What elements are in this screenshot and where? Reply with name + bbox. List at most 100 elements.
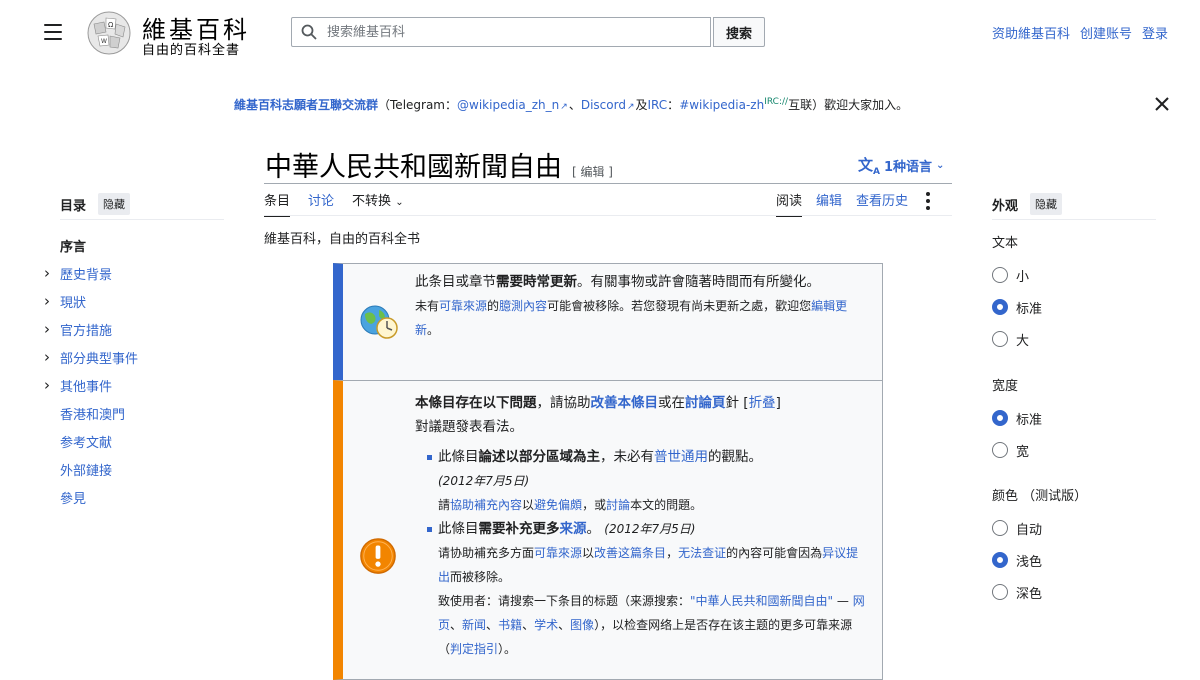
more-options-icon[interactable] [926, 192, 931, 210]
universal-view-link[interactable]: 普世通用 [654, 449, 708, 465]
color-option[interactable]: 浅色 [992, 544, 1087, 576]
text-size-option[interactable]: 小 [992, 259, 1042, 291]
toc-item-label[interactable]: 官方措施 [60, 320, 112, 339]
appearance-header: 外观 隐藏 [992, 193, 1063, 215]
bullet-icon [427, 527, 432, 532]
toc-item-label[interactable]: 香港和澳門 [60, 404, 125, 423]
discuss-link[interactable]: 討論 [606, 498, 630, 512]
speculation-link[interactable]: 臆測內容 [499, 299, 547, 313]
create-account-link[interactable]: 创建账号 [1080, 23, 1132, 42]
toc-item[interactable]: 參見 [44, 483, 224, 511]
toc-item-label[interactable]: 部分典型事件 [60, 348, 138, 367]
hamburger-icon [44, 24, 62, 26]
appearance-hide-button[interactable]: 隐藏 [1030, 193, 1063, 215]
improve-this-article-link[interactable]: 改善这篇条目 [594, 546, 666, 560]
appearance-title: 外观 [992, 198, 1019, 214]
volunteer-group-link[interactable]: 維基百科志願者互聯交流群 [234, 98, 378, 112]
radio-button[interactable] [992, 410, 1008, 426]
search-field[interactable] [291, 17, 711, 47]
reliable-sources-link[interactable]: 可靠來源 [439, 299, 487, 313]
external-link-icon: ↗ [560, 102, 568, 112]
radio-button[interactable] [992, 584, 1008, 600]
wikipedia-globe-logo[interactable]: Ω W [84, 10, 134, 56]
source-search-title-link[interactable]: "中華人民共和國新聞自由" [690, 594, 833, 608]
chevron-right-icon[interactable]: › [44, 320, 60, 338]
color-option[interactable]: 深色 [992, 576, 1087, 608]
search-scholar-link[interactable]: 学术 [534, 618, 558, 632]
irc-link[interactable]: IRC [648, 98, 668, 112]
toc-item[interactable]: 香港和澳門 [44, 399, 224, 427]
svg-text:W: W [101, 38, 107, 45]
toc-item-label[interactable]: 序言 [60, 236, 86, 255]
tab-history[interactable]: 查看历史 [856, 190, 908, 215]
toc-item[interactable]: 参考文献 [44, 427, 224, 455]
donate-link[interactable]: 资助維基百科 [992, 23, 1070, 42]
toc-item-label[interactable]: 其他事件 [60, 376, 112, 395]
translate-icon: 文A [858, 156, 880, 177]
radio-button[interactable] [992, 442, 1008, 458]
site-notice: 維基百科志願者互聯交流群（Telegram：@wikipedia_zh_n↗、D… [234, 97, 909, 112]
telegram-link[interactable]: @wikipedia_zh_n [457, 98, 559, 112]
chevron-right-icon[interactable]: › [44, 348, 60, 366]
toc-item[interactable]: 序言 [44, 231, 224, 259]
svg-text:Ω: Ω [108, 21, 114, 29]
toc-item-label[interactable]: 参考文献 [60, 432, 112, 451]
toc-item-label[interactable]: 外部鏈接 [60, 460, 112, 479]
toc-item[interactable]: › 官方措施 [44, 315, 224, 343]
toc-hide-button[interactable]: 隐藏 [98, 193, 131, 215]
chevron-right-icon[interactable]: › [44, 264, 60, 282]
reliable-sources-link-2[interactable]: 可靠來源 [534, 546, 582, 560]
width-option[interactable]: 标准 [992, 402, 1042, 434]
title-edit-link[interactable]: [ 编辑 ] [572, 165, 613, 179]
tab-article[interactable]: 条目 [264, 190, 291, 217]
sources-link[interactable]: 来源 [560, 521, 587, 537]
collapse-link[interactable]: 折叠 [749, 395, 776, 411]
color-option[interactable]: 自动 [992, 512, 1087, 544]
search-input[interactable] [325, 23, 710, 41]
tab-edit[interactable]: 编辑 [816, 190, 842, 215]
language-button[interactable]: 文A 1种语言 ⌄ [858, 154, 944, 177]
irc-channel-link[interactable]: #wikipedia-zh [679, 98, 764, 112]
toc-item-label[interactable]: 歷史背景 [60, 264, 112, 283]
chevron-right-icon[interactable]: › [44, 376, 60, 394]
radio-button[interactable] [992, 267, 1008, 283]
close-icon[interactable] [1153, 95, 1171, 113]
color-option-label: 自动 [1016, 522, 1043, 538]
toc-item-label[interactable]: 現狀 [60, 292, 86, 311]
toc-item[interactable]: 外部鏈接 [44, 455, 224, 483]
update-notice-text: 此条目或章节需要時常更新。有關事物或許會隨著時間而有所變化。 未有可靠來源的臆測… [415, 274, 848, 337]
toc-item[interactable]: › 現狀 [44, 287, 224, 315]
toc-header: 目录 隐藏 [60, 193, 131, 215]
toc-item[interactable]: › 歷史背景 [44, 259, 224, 287]
tab-talk[interactable]: 讨论 [308, 190, 334, 217]
text-size-option[interactable]: 大 [992, 323, 1042, 355]
search-news-link[interactable]: 新闻 [462, 618, 486, 632]
radio-button[interactable] [992, 299, 1008, 315]
search-books-link[interactable]: 书籍 [498, 618, 522, 632]
talk-page-link[interactable]: 討論頁 [685, 395, 726, 411]
radio-button[interactable] [992, 520, 1008, 536]
login-link[interactable]: 登录 [1142, 23, 1168, 42]
toc-item[interactable]: › 其他事件 [44, 371, 224, 399]
search-button[interactable]: 搜索 [713, 17, 765, 47]
add-content-link[interactable]: 協助補充內容 [450, 498, 522, 512]
main-menu-button[interactable] [44, 24, 62, 40]
title-divider [264, 183, 952, 184]
variant-dropdown[interactable]: 不转换 ⌄ [352, 190, 404, 217]
unverifiable-link[interactable]: 无法查证 [678, 546, 726, 560]
width-option-label: 标准 [1016, 412, 1043, 428]
radio-button[interactable] [992, 552, 1008, 568]
discord-link[interactable]: Discord [581, 98, 626, 112]
toc-item[interactable]: › 部分典型事件 [44, 343, 224, 371]
text-size-option[interactable]: 标准 [992, 291, 1042, 323]
tab-read[interactable]: 阅读 [776, 190, 803, 217]
radio-button[interactable] [992, 331, 1008, 347]
toc-item-label[interactable]: 參見 [60, 488, 86, 507]
chevron-right-icon[interactable]: › [44, 292, 60, 310]
text-size-option-label: 大 [1016, 333, 1030, 349]
width-option[interactable]: 宽 [992, 434, 1042, 466]
guideline-link[interactable]: 判定指引 [450, 642, 498, 656]
search-images-link[interactable]: 图像 [570, 618, 594, 632]
improve-article-link[interactable]: 改善本條目 [591, 395, 659, 411]
avoid-bias-link[interactable]: 避免偏頗 [534, 498, 582, 512]
